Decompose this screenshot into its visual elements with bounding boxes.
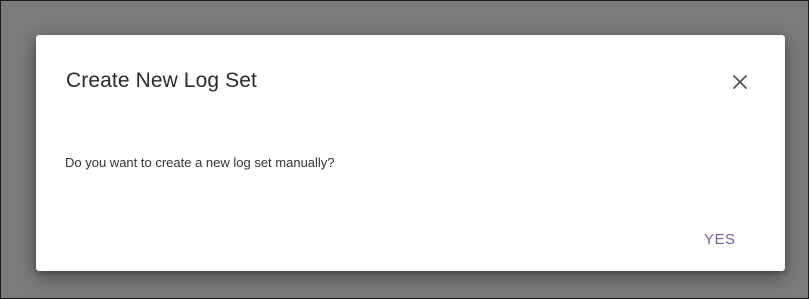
create-log-set-dialog: Create New Log Set Do you want to create… [36,35,785,271]
screen-frame: Create New Log Set Do you want to create… [0,0,809,299]
close-icon [733,75,747,89]
close-button[interactable] [726,68,754,96]
dialog-message: Do you want to create a new log set manu… [65,155,335,170]
dialog-title: Create New Log Set [66,69,257,92]
yes-button[interactable]: YES [698,228,742,252]
